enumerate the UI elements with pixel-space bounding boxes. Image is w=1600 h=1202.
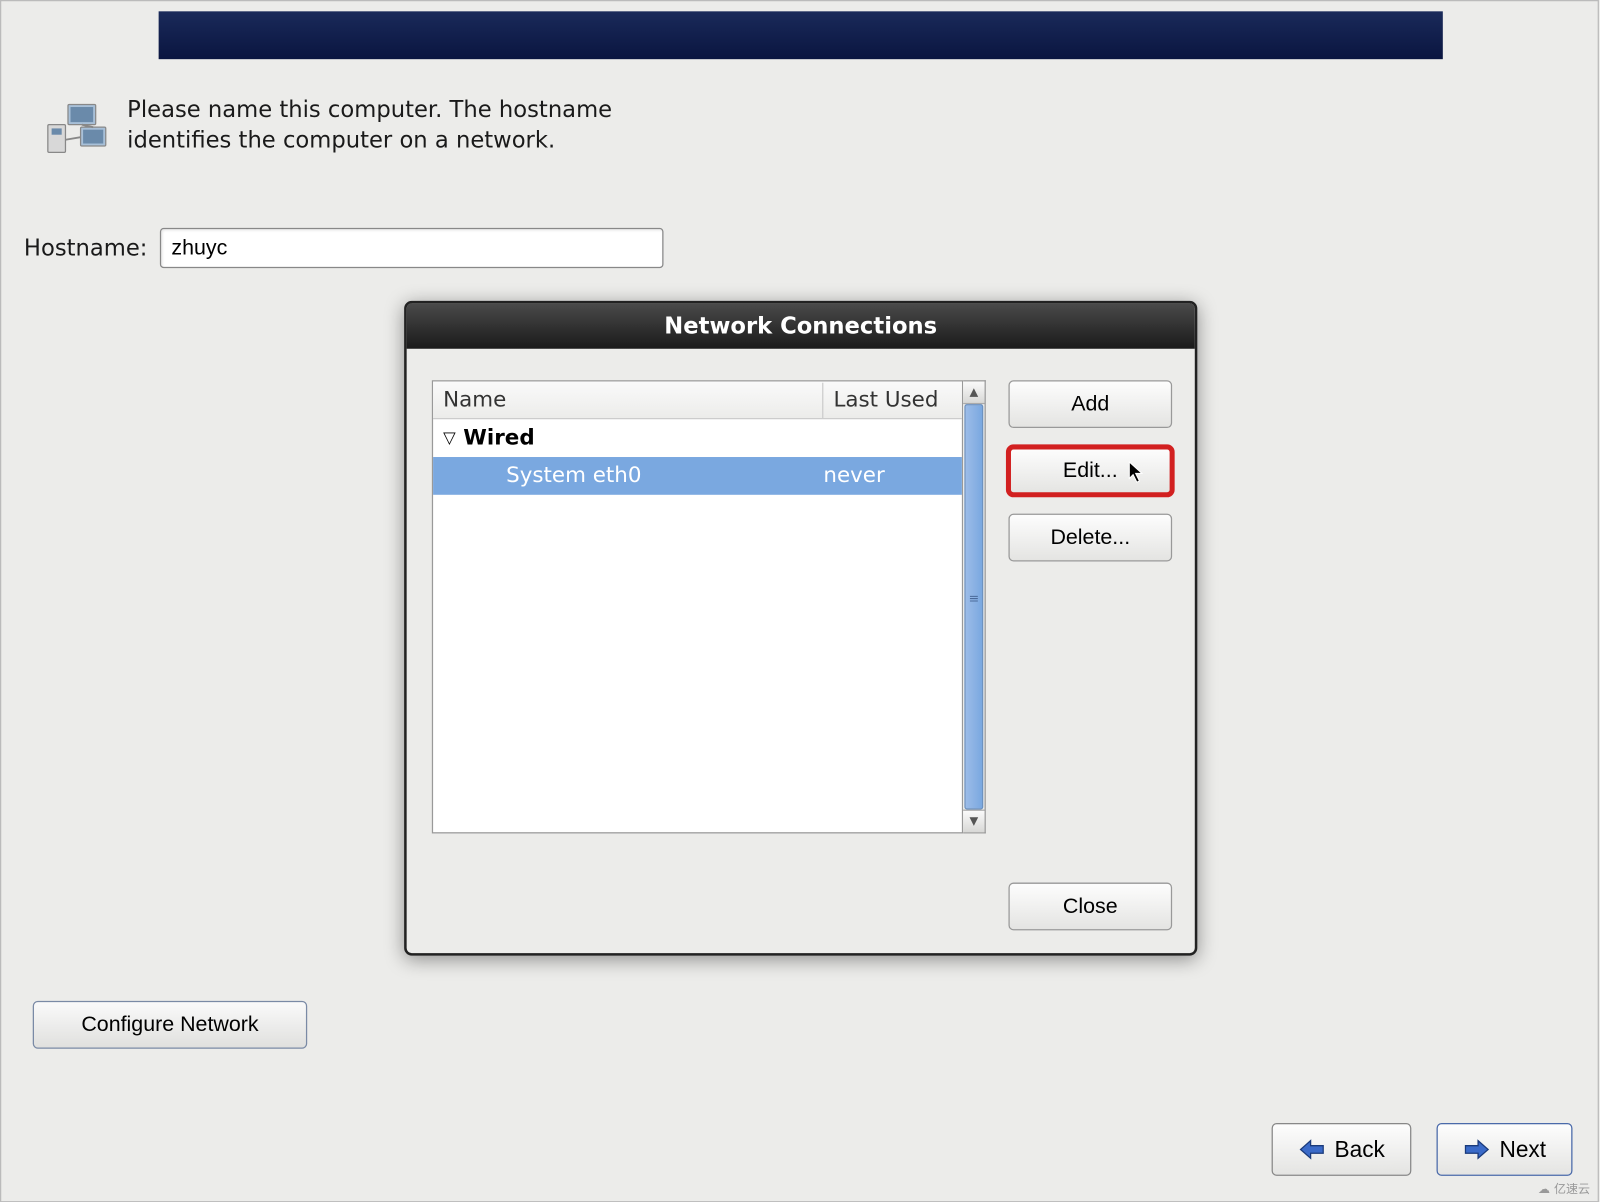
scrollbar[interactable]: ▲ ▼ [963, 380, 986, 833]
scroll-thumb[interactable] [964, 404, 983, 809]
network-connections-dialog: Network Connections Name Last Used ▽ Wir… [404, 301, 1197, 956]
installer-window: Please name this computer. The hostname … [0, 0, 1599, 1202]
dialog-title: Network Connections [407, 303, 1195, 348]
watermark-icon: ☁ [1538, 1182, 1550, 1196]
hostname-label: Hostname: [24, 235, 148, 261]
dialog-side-buttons: Add Edit... Delete... [1008, 380, 1172, 561]
close-button[interactable]: Close [1008, 883, 1172, 931]
column-name[interactable]: Name [433, 382, 823, 417]
bottom-navigation: Back Next [1272, 1123, 1573, 1176]
cursor-icon [1128, 461, 1146, 489]
intro-row: Please name this computer. The hostname … [45, 96, 656, 159]
scroll-down-icon[interactable]: ▼ [963, 810, 984, 833]
connection-list[interactable]: Name Last Used ▽ Wired System eth0 never [432, 380, 963, 833]
connection-list-container: Name Last Used ▽ Wired System eth0 never [432, 380, 986, 833]
triangle-down-icon: ▽ [443, 429, 456, 448]
configure-network-button[interactable]: Configure Network [33, 1001, 307, 1049]
hostname-input[interactable] [160, 228, 664, 268]
back-button[interactable]: Back [1272, 1123, 1412, 1176]
connection-group-wired[interactable]: ▽ Wired [433, 419, 962, 457]
scroll-up-icon[interactable]: ▲ [963, 381, 984, 404]
watermark: ☁ 亿速云 [1538, 1180, 1590, 1197]
add-button[interactable]: Add [1008, 380, 1172, 428]
connection-item-name: System eth0 [433, 463, 823, 488]
connection-item-eth0[interactable]: System eth0 never [433, 457, 962, 495]
delete-button[interactable]: Delete... [1008, 514, 1172, 562]
connection-list-header: Name Last Used [433, 381, 962, 419]
hostname-row: Hostname: [24, 228, 664, 268]
arrow-right-icon [1463, 1138, 1491, 1161]
next-label: Next [1499, 1136, 1546, 1162]
connection-item-last-used: never [823, 463, 961, 488]
arrow-left-icon [1298, 1138, 1326, 1161]
intro-text: Please name this computer. The hostname … [127, 96, 656, 157]
edit-button-label: Edit... [1063, 458, 1118, 482]
next-button[interactable]: Next [1436, 1123, 1572, 1176]
watermark-text: 亿速云 [1554, 1180, 1590, 1197]
edit-button[interactable]: Edit... [1008, 447, 1172, 495]
column-last-used[interactable]: Last Used [823, 382, 961, 417]
group-label: Wired [463, 426, 534, 451]
top-banner [159, 11, 1443, 59]
back-label: Back [1334, 1136, 1384, 1162]
computer-network-icon [45, 102, 108, 159]
